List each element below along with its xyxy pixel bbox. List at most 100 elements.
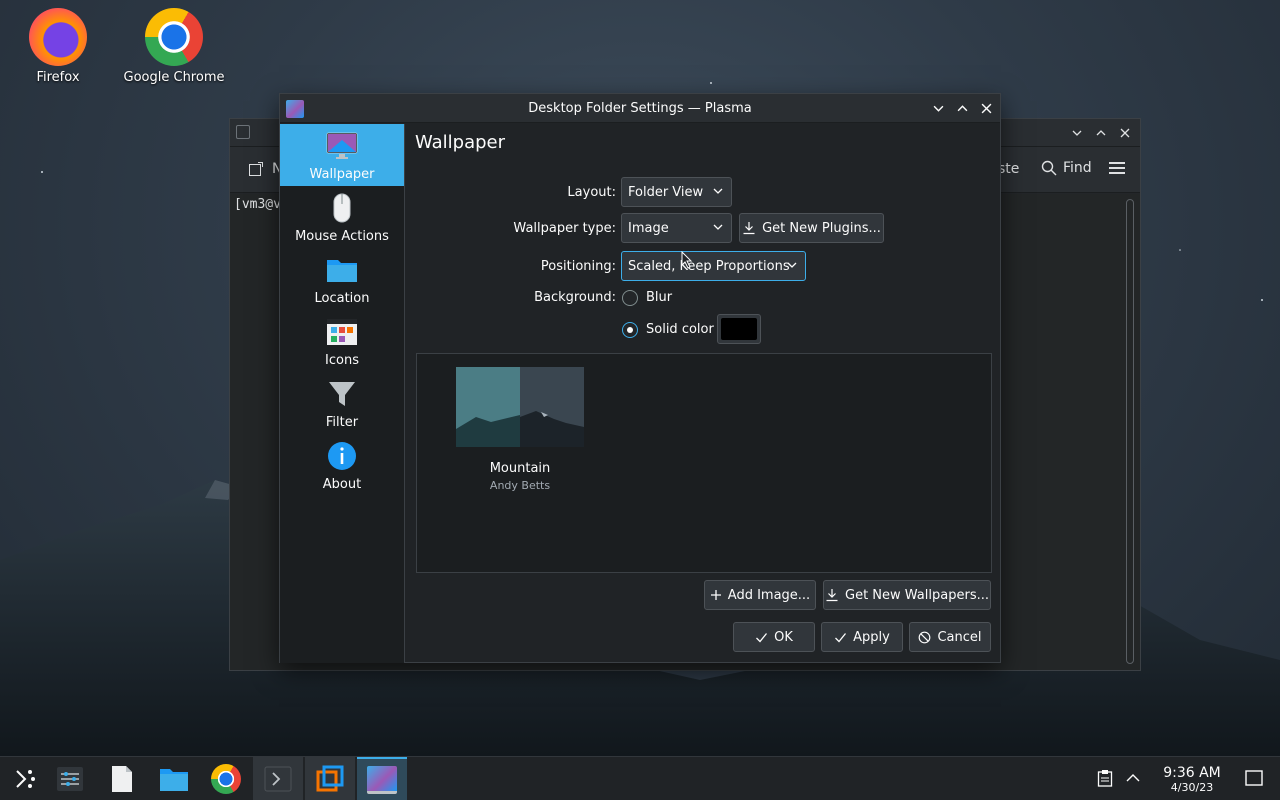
plasma-settings-icon xyxy=(367,766,397,794)
taskbar-chrome[interactable] xyxy=(201,757,251,800)
sidebar-item-label: Wallpaper xyxy=(309,167,375,182)
clock-date: 4/30/23 xyxy=(1170,781,1214,794)
get-new-wallpapers-button[interactable]: Get New Wallpapers... xyxy=(823,580,991,610)
sidebar-item-icons[interactable]: Icons xyxy=(280,310,404,372)
clipboard-icon xyxy=(1097,770,1113,787)
chrome-icon xyxy=(145,8,203,66)
terminal-scrollbar[interactable] xyxy=(1126,199,1134,664)
wallpaper-grid: Mountain Andy Betts xyxy=(416,353,992,573)
clock[interactable]: 9:36 AM 4/30/23 xyxy=(1152,765,1232,795)
taskbar-konsole[interactable] xyxy=(253,757,303,800)
desktop-icon-chrome[interactable]: Google Chrome xyxy=(119,0,229,85)
checkmark-icon xyxy=(756,632,768,642)
blur-radio[interactable] xyxy=(622,290,638,306)
mouse-icon xyxy=(326,192,358,224)
taskbar-text-file[interactable] xyxy=(97,757,147,800)
icons-grid-icon xyxy=(326,316,358,348)
search-icon xyxy=(1041,160,1057,176)
find-label: Find xyxy=(1063,160,1092,176)
get-new-plugins-label: Get New Plugins... xyxy=(762,220,881,236)
settings-sidebar: Wallpaper Mouse Actions Location Icons F… xyxy=(280,124,405,663)
chevron-up-icon xyxy=(957,104,967,111)
folder-icon xyxy=(326,254,358,286)
settings-dialog[interactable]: Desktop Folder Settings — Plasma Wallpap… xyxy=(279,93,1001,663)
hamburger-menu-button[interactable] xyxy=(1109,161,1125,179)
cancel-button[interactable]: Cancel xyxy=(909,622,991,652)
wallpaper-type-combobox[interactable]: Image xyxy=(621,213,732,243)
dialog-title: Desktop Folder Settings — Plasma xyxy=(528,100,752,116)
ok-label: OK xyxy=(774,629,793,645)
download-icon xyxy=(743,222,755,235)
clock-time: 9:36 AM xyxy=(1163,765,1221,781)
layout-label: Layout: xyxy=(567,185,616,200)
mouse-pointer-icon xyxy=(681,251,693,269)
show-desktop-button[interactable] xyxy=(1245,770,1263,790)
wallpaper-thumbnail xyxy=(456,367,584,447)
close-icon xyxy=(1120,128,1130,138)
add-image-button[interactable]: Add Image... xyxy=(704,580,816,610)
solid-color-radio[interactable] xyxy=(622,322,638,338)
clipboard-tray-button[interactable] xyxy=(1097,769,1113,791)
taskbar-virtualbox[interactable] xyxy=(305,757,355,800)
desktop-icon-label: Firefox xyxy=(36,70,80,85)
chevron-down-icon xyxy=(713,188,723,194)
taskbar-file-manager[interactable] xyxy=(149,757,199,800)
konsole-icon xyxy=(264,766,292,792)
positioning-combobox[interactable]: Scaled, Keep Proportions xyxy=(621,251,806,281)
desktop-icon-firefox[interactable]: Firefox xyxy=(3,0,113,85)
chevron-up-icon xyxy=(1096,130,1106,136)
positioning-label: Positioning: xyxy=(540,259,616,274)
minimize-button[interactable] xyxy=(1066,119,1088,147)
taskbar-plasma-settings[interactable] xyxy=(357,757,407,800)
find-button[interactable]: Find xyxy=(1041,160,1092,176)
color-swatch xyxy=(721,318,757,340)
sidebar-item-location[interactable]: Location xyxy=(280,248,404,310)
taskbar-system-settings[interactable] xyxy=(45,757,95,800)
positioning-value: Scaled, Keep Proportions xyxy=(628,258,790,274)
hamburger-icon xyxy=(1109,162,1125,174)
app-launcher-button[interactable] xyxy=(0,757,50,800)
sidebar-item-mouse-actions[interactable]: Mouse Actions xyxy=(280,186,404,248)
sidebar-item-about[interactable]: About xyxy=(280,434,404,496)
firefox-icon xyxy=(29,8,87,66)
close-button[interactable] xyxy=(975,97,997,119)
paste-button[interactable]: ste xyxy=(998,161,1019,177)
wallpaper-type-value: Image xyxy=(628,220,669,236)
chevron-down-icon xyxy=(1072,130,1082,136)
new-tab-icon xyxy=(249,162,263,176)
layout-combobox[interactable]: Folder View xyxy=(621,177,732,207)
wallpaper-item[interactable]: Mountain Andy Betts xyxy=(417,354,623,504)
plasma-settings-icon xyxy=(286,100,304,118)
text-file-icon xyxy=(112,766,132,792)
solid-color-label: Solid color xyxy=(646,322,714,337)
close-button[interactable] xyxy=(1114,119,1136,147)
cancel-label: Cancel xyxy=(937,629,982,645)
minimize-button[interactable] xyxy=(927,97,949,119)
color-picker-button[interactable] xyxy=(717,314,761,344)
sidebar-item-label: About xyxy=(322,477,362,492)
info-icon xyxy=(326,440,358,472)
ok-button[interactable]: OK xyxy=(733,622,815,652)
background-label: Background: xyxy=(534,290,616,305)
apply-label: Apply xyxy=(853,629,890,645)
maximize-button[interactable] xyxy=(1090,119,1112,147)
get-new-plugins-button[interactable]: Get New Plugins... xyxy=(739,213,884,243)
funnel-icon xyxy=(326,378,358,410)
wallpaper-name: Mountain xyxy=(489,461,551,476)
new-tab-button[interactable]: N xyxy=(248,161,282,177)
settings-content: Wallpaper Layout: Folder View Wallpaper … xyxy=(406,124,1000,662)
file-manager-icon xyxy=(160,769,188,791)
maximize-button[interactable] xyxy=(951,97,973,119)
taskbar: 9:36 AM 4/30/23 xyxy=(0,756,1280,800)
wallpaper-type-label: Wallpaper type: xyxy=(513,221,616,236)
chevron-down-icon xyxy=(933,105,943,112)
plus-icon xyxy=(710,590,721,600)
sidebar-item-wallpaper[interactable]: Wallpaper xyxy=(280,124,404,186)
terminal-prompt: [vm3@v xyxy=(234,197,281,212)
sidebar-item-filter[interactable]: Filter xyxy=(280,372,404,434)
dialog-titlebar[interactable]: Desktop Folder Settings — Plasma xyxy=(280,94,1000,123)
page-title: Wallpaper xyxy=(415,132,506,153)
apply-button[interactable]: Apply xyxy=(821,622,903,652)
tray-expand-button[interactable] xyxy=(1126,772,1140,787)
wallpaper-author: Andy Betts xyxy=(489,479,551,492)
